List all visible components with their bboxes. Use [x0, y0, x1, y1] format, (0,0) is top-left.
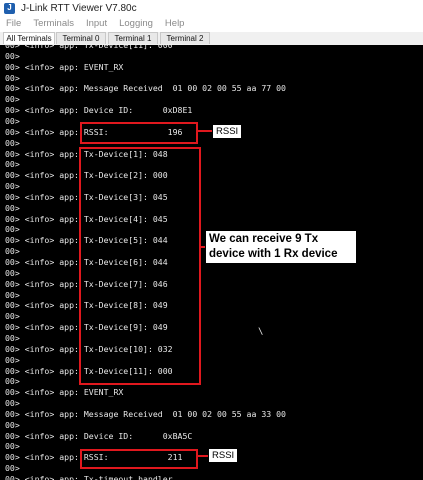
tx-devices-highlight	[79, 147, 201, 385]
terminal-line: 00>	[5, 50, 20, 61]
rssi-connector-top	[197, 130, 213, 132]
menu-input[interactable]: Input	[86, 18, 107, 29]
terminal-line: 00>	[5, 463, 20, 474]
terminal-line: 00>	[5, 354, 20, 365]
terminal-line: 00>	[5, 441, 20, 452]
menu-file[interactable]: File	[6, 18, 21, 29]
terminal-line: 00>	[5, 376, 20, 387]
rssi-callout-bottom: RSSI	[208, 448, 239, 463]
terminal-line: 00>	[5, 246, 20, 257]
terminal-line: 00> <info> app: Message Received 01 00 0…	[5, 408, 286, 419]
terminal-line: 00>	[5, 137, 20, 148]
terminal-line: 00>	[5, 398, 20, 409]
terminal-line: 00>	[5, 115, 20, 126]
terminal-line: 00> <info> app: Device ID: 0xD8E1	[5, 105, 193, 116]
tx-devices-callout: We can receive 9 Tx device with 1 Rx dev…	[205, 230, 357, 264]
terminal-line: 00> <info> app: Device ID: 0xBA5C	[5, 430, 193, 441]
terminal-line: 00>	[5, 311, 20, 322]
menu-bar: File Terminals Input Logging Help	[0, 16, 423, 31]
terminal-line: 00>	[5, 332, 20, 343]
tab-all-terminals[interactable]: All Terminals	[3, 32, 55, 44]
title-bar: J J-Link RTT Viewer V7.80c	[0, 0, 423, 16]
terminal-line: 00> <info> app: Message Received 01 00 0…	[5, 83, 286, 94]
terminal-line: 00> <info> app: Tx-Device[11]: 000	[5, 45, 173, 50]
tab-terminal-1[interactable]: Terminal 1	[108, 32, 158, 44]
menu-help[interactable]: Help	[165, 18, 185, 29]
terminal-line: 00>	[5, 181, 20, 192]
terminal-line: 00>	[5, 202, 20, 213]
terminal-line: 00>	[5, 419, 20, 430]
rssi-highlight-bottom	[80, 449, 198, 469]
menu-terminals[interactable]: Terminals	[33, 18, 74, 29]
menu-logging[interactable]: Logging	[119, 18, 153, 29]
mouse-cursor: \	[258, 327, 264, 337]
rssi-callout-top: RSSI	[212, 124, 243, 139]
terminal-line: 00>	[5, 289, 20, 300]
window-title: J-Link RTT Viewer V7.80c	[21, 2, 137, 14]
terminal-line: 00>	[5, 94, 20, 105]
terminal-line: 00>	[5, 159, 20, 170]
terminal-line: 00> <info> app: EVENT_RX	[5, 61, 124, 72]
tab-terminal-0[interactable]: Terminal 0	[56, 32, 106, 44]
jlink-app-icon: J	[4, 2, 15, 14]
rssi-highlight-top	[80, 122, 198, 144]
terminal-tab-bar: All Terminals Terminal 0 Terminal 1 Term…	[0, 32, 423, 45]
terminal-line: 00> <info> app: EVENT_RX	[5, 387, 124, 398]
terminal-line: 00>	[5, 267, 20, 278]
tab-terminal-2[interactable]: Terminal 2	[160, 32, 210, 44]
terminal-line: 00>	[5, 224, 20, 235]
terminal-line: 00>	[5, 72, 20, 83]
terminal-line: 00> <info> app: Tx-timeout handler	[5, 474, 173, 480]
